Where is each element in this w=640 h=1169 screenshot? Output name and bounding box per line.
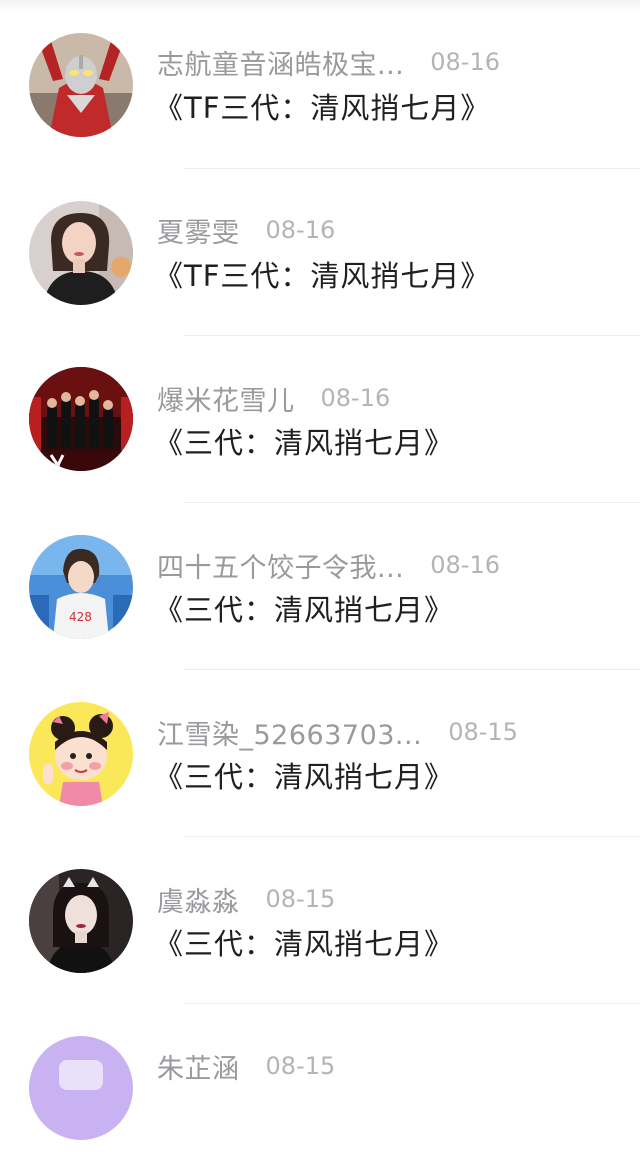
list-item[interactable]: 428 四十五个饺子令我... 08-16 《三代：清风捎七月》 xyxy=(0,501,640,670)
username[interactable]: 爆米花雪儿 xyxy=(157,379,295,418)
comment-date: 08-16 xyxy=(320,384,391,412)
boy-stage-avatar-icon: 428 xyxy=(29,535,133,639)
comment-date: 08-15 xyxy=(448,718,518,746)
comment-meta: 朱芷涵 08-15 xyxy=(157,1047,336,1086)
cartoon-girl-avatar-icon xyxy=(29,702,133,806)
avatar[interactable] xyxy=(29,201,133,305)
username[interactable]: 朱芷涵 xyxy=(157,1047,240,1086)
comment-meta: 爆米花雪儿 08-16 xyxy=(157,379,391,418)
comment-title: 《三代：清风捎七月》 xyxy=(154,760,455,794)
comment-title: 《TF三代：清风捎七月》 xyxy=(154,259,491,293)
comment-title: 《三代：清风捎七月》 xyxy=(154,593,455,627)
avatar[interactable] xyxy=(29,367,133,471)
list-item[interactable]: 爆米花雪儿 08-16 《三代：清风捎七月》 xyxy=(0,334,640,503)
comment-meta: 夏雾雯 08-16 xyxy=(157,211,336,250)
username[interactable]: 夏雾雯 xyxy=(157,211,240,250)
avatar[interactable] xyxy=(29,869,133,973)
list-item[interactable]: 夏雾雯 08-16 《TF三代：清风捎七月》 xyxy=(0,167,640,336)
comment-meta: 虞淼淼 08-15 xyxy=(157,880,336,919)
comment-date: 08-16 xyxy=(430,551,500,579)
comment-meta: 四十五个饺子令我... 08-16 xyxy=(157,546,500,585)
comment-date: 08-16 xyxy=(265,216,336,244)
avatar[interactable] xyxy=(29,702,133,806)
comment-meta: 江雪染_52663703... 08-15 xyxy=(157,713,518,752)
comment-title: 《三代：清风捎七月》 xyxy=(154,927,455,961)
username[interactable]: 虞淼淼 xyxy=(157,880,240,919)
avatar[interactable]: 428 xyxy=(29,535,133,639)
username[interactable]: 四十五个饺子令我... xyxy=(157,546,404,585)
comment-date: 08-15 xyxy=(265,1052,336,1080)
woman-portrait-avatar-icon xyxy=(29,201,133,305)
comment-date: 08-15 xyxy=(265,885,336,913)
list-item[interactable]: 江雪染_52663703... 08-15 《三代：清风捎七月》 xyxy=(0,668,640,837)
avatar[interactable] xyxy=(29,1036,133,1140)
list-item[interactable]: 志航童音涵皓极宝... 08-16 《TF三代：清风捎七月》 xyxy=(0,0,640,169)
svg-text:428: 428 xyxy=(69,610,92,624)
comment-meta: 志航童音涵皓极宝... 08-16 xyxy=(157,43,500,82)
red-hero-avatar-icon xyxy=(29,33,133,137)
comment-title: 《TF三代：清风捎七月》 xyxy=(154,91,491,125)
list-item[interactable]: 虞淼淼 08-15 《三代：清风捎七月》 xyxy=(0,835,640,1004)
avatar[interactable] xyxy=(29,33,133,137)
comment-title: 《三代：清风捎七月》 xyxy=(154,426,455,460)
username[interactable]: 志航童音涵皓极宝... xyxy=(157,43,404,82)
stage-group-avatar-icon xyxy=(29,367,133,471)
woman-dark-avatar-icon xyxy=(29,869,133,973)
comment-date: 08-16 xyxy=(430,48,500,76)
purple-avatar-icon xyxy=(29,1036,133,1140)
list-item[interactable]: 朱芷涵 08-15 xyxy=(0,1002,640,1169)
username[interactable]: 江雪染_52663703... xyxy=(157,713,422,752)
